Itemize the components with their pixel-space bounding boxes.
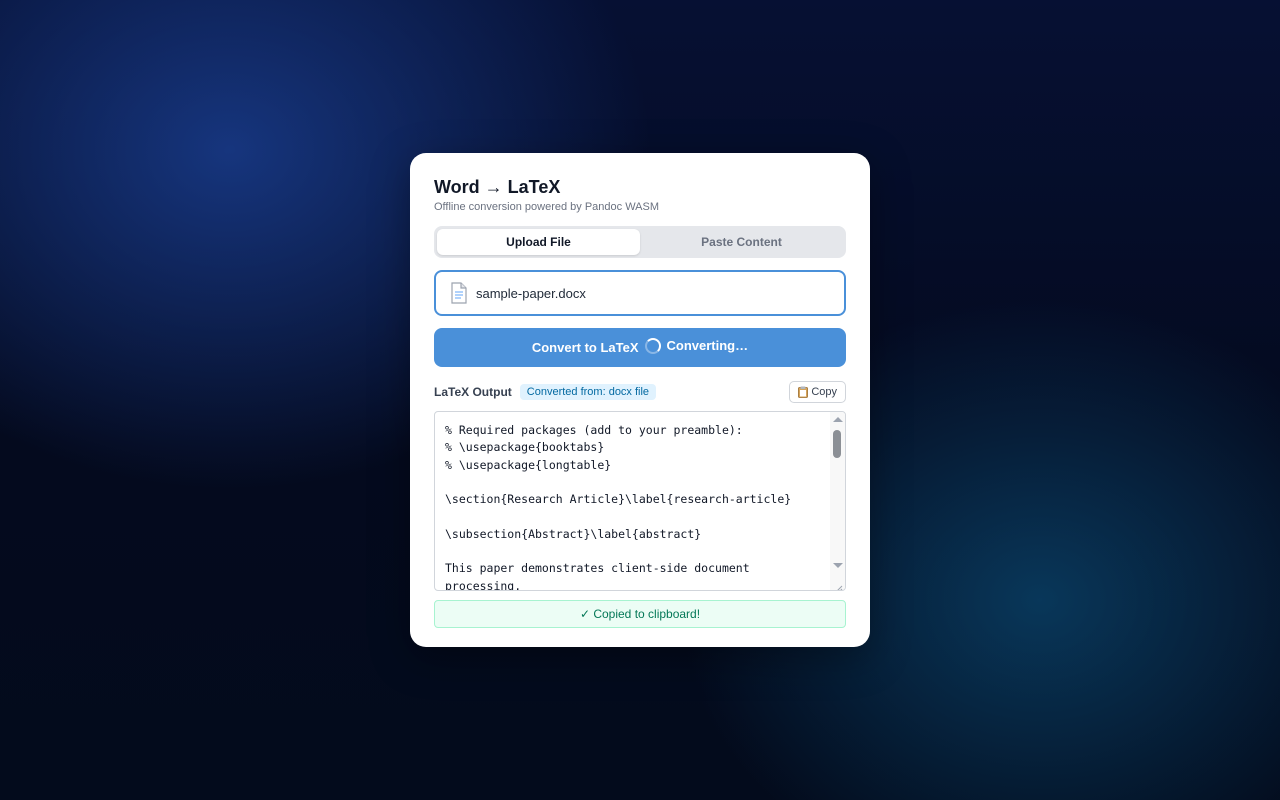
- output-header: LaTeX Output Converted from: docx file C…: [434, 381, 846, 403]
- copy-status-message: ✓ Copied to clipboard!: [434, 600, 846, 628]
- loading-spinner-icon: [644, 337, 661, 354]
- resize-handle-icon[interactable]: [835, 580, 843, 590]
- file-drop-zone[interactable]: sample-paper.docx: [434, 270, 846, 316]
- output-label: LaTeX Output: [434, 385, 512, 399]
- scroll-up-icon[interactable]: [833, 417, 843, 422]
- app-subtitle: Offline conversion powered by Pandoc WAS…: [434, 201, 660, 213]
- source-badge: Converted from: docx file: [519, 384, 657, 400]
- scroll-down-icon[interactable]: [833, 563, 843, 568]
- copy-button-label: Copy: [811, 386, 837, 398]
- latex-output-textarea[interactable]: % Required packages (add to your preambl…: [435, 412, 845, 590]
- tab-paste-content[interactable]: Paste Content: [640, 229, 843, 255]
- scroll-thumb[interactable]: [833, 430, 841, 458]
- tab-upload-file[interactable]: Upload File: [437, 229, 640, 255]
- converter-card: Word → LaTeX Offline conversion powered …: [410, 153, 870, 647]
- output-scrollbar[interactable]: [830, 412, 845, 590]
- clipboard-icon: [798, 386, 809, 398]
- convert-button[interactable]: Convert to LaTeX Converting…: [434, 328, 846, 367]
- copy-button[interactable]: Copy: [789, 381, 846, 403]
- mode-tabs: Upload File Paste Content: [434, 226, 846, 258]
- document-icon: [450, 282, 468, 304]
- converting-status: Converting…: [666, 338, 749, 353]
- latex-output-container: % Required packages (add to your preambl…: [434, 411, 846, 591]
- selected-file-name: sample-paper.docx: [476, 285, 586, 301]
- convert-button-label: Convert to LaTeX: [531, 340, 639, 355]
- app-title: Word → LaTeX: [434, 177, 561, 197]
